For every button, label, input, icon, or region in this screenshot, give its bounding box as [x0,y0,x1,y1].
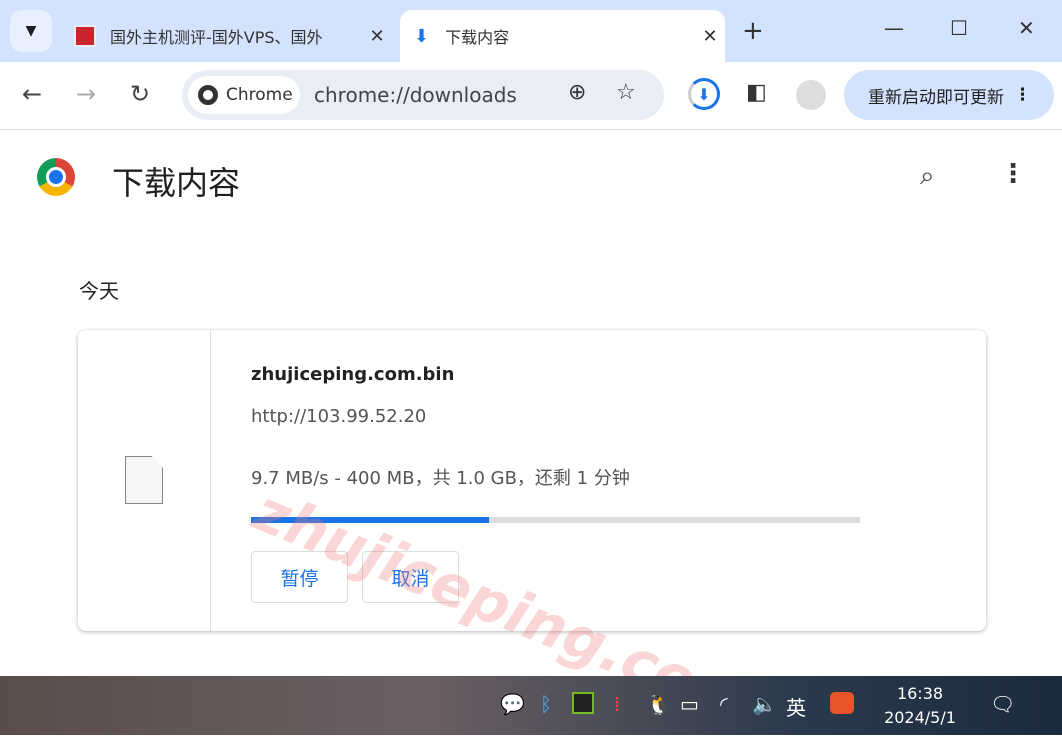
file-icon-column [78,330,211,631]
tab-title: 下载内容 [445,28,510,47]
bluetooth-icon[interactable]: ᛒ [540,692,552,716]
side-panel-icon[interactable]: ◧ [746,80,767,105]
address-bar[interactable]: Chrome chrome://downloads ⊕ ☆ [182,70,664,120]
chip-label: Chrome [226,85,293,105]
url-text[interactable]: chrome://downloads [314,83,517,107]
tab-strip: ▼ 国外主机测评-国外VPS、国外 ✕ ⬇ 下载内容 ✕ + — ☐ ✕ [0,0,1062,62]
wifi-icon[interactable]: ◜ [720,692,728,716]
date: 2024/5/1 [884,708,956,727]
chevron-down-icon: ▼ [25,23,37,39]
chrome-logo [37,158,75,196]
more-icon: ⋮ [1014,85,1031,105]
forward-button[interactable]: → [76,80,96,108]
tab-search-button[interactable]: ▼ [10,10,52,52]
file-icon [125,456,163,504]
page-title: 下载内容 [112,164,241,202]
tab-downloads[interactable]: ⬇ 下载内容 ✕ [400,10,725,62]
chrome-icon [198,85,218,105]
reload-button[interactable]: ↻ [130,80,150,108]
file-name: zhujiceping.com.bin [251,364,455,385]
date-heading: 今天 [79,279,119,303]
time: 16:38 [896,684,944,703]
qq-icon[interactable]: 🐧 [646,692,671,716]
minimize-button[interactable]: — [884,16,904,40]
notification-icon[interactable]: 🗨 [990,692,1015,716]
close-tab-icon[interactable]: ✕ [695,26,725,47]
avatar[interactable] [796,80,826,110]
search-icon[interactable]: ⌕ [920,161,935,192]
battery-icon[interactable]: ▭ [680,692,699,716]
maximize-button[interactable]: ☐ [950,16,968,40]
zoom-icon[interactable]: ⊕ [568,80,586,105]
downloads-button[interactable]: ⬇ [688,78,720,110]
update-button[interactable]: 重新启动即可更新 ⋮ [844,70,1054,120]
wechat-icon[interactable]: 💬 [500,692,525,716]
nvidia-icon[interactable] [572,692,594,714]
site-info-chip[interactable]: Chrome [188,76,300,114]
file-source-url[interactable]: http://103.99.52.20 [251,406,426,427]
app-tray-icon[interactable]: ⁞ [614,692,620,716]
download-icon: ⬇ [414,25,430,47]
taskbar: 💬 ᛒ ⁞ 🐧 ▭ ◜ 🔈 英 16:38 2024/5/1 🗨 [0,676,1062,735]
more-menu-icon[interactable]: ⋮ [1000,159,1026,189]
volume-icon[interactable]: 🔈 [752,692,777,716]
update-label: 重新启动即可更新 [868,87,1004,108]
back-button[interactable]: ← [22,80,42,108]
toolbar: ← → ↻ Chrome chrome://downloads ⊕ ☆ ⬇ ◧ … [0,62,1062,130]
ime-indicator[interactable]: 英 [786,692,806,721]
sogou-icon[interactable] [830,692,854,714]
new-tab-button[interactable]: + [742,16,764,46]
close-window-button[interactable]: ✕ [1018,16,1035,40]
download-status: 9.7 MB/s - 400 MB，共 1.0 GB，还剩 1 分钟 [251,468,630,489]
site-favicon-icon [74,25,96,47]
tab-title: 国外主机测评-国外VPS、国外 [110,28,323,47]
close-tab-icon[interactable]: ✕ [362,26,392,47]
bookmark-star-icon[interactable]: ☆ [616,80,636,105]
tab-zhujiceping[interactable]: 国外主机测评-国外VPS、国外 ✕ [62,10,392,62]
clock[interactable]: 16:38 2024/5/1 [880,682,960,730]
downloads-page: 下载内容 ⌕ ⋮ 今天 zhujiceping.com.bin http://1… [0,131,1062,738]
